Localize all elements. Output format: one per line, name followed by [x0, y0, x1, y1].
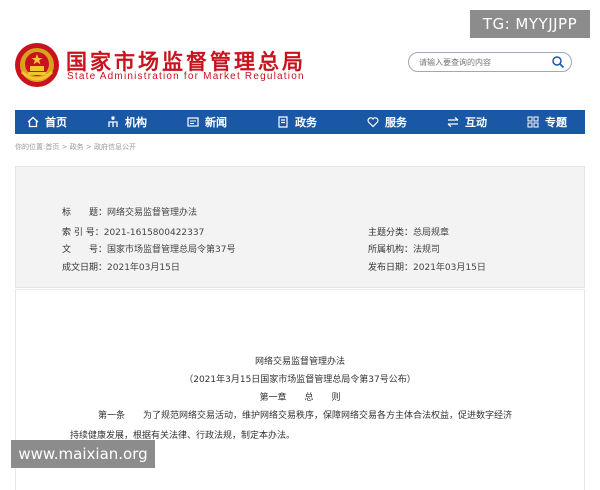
nav-item-label: 机构 — [125, 116, 147, 129]
meta-docno-value: 国家市场监督管理总局令第37号 — [107, 245, 236, 255]
meta-docno-label: 文 号： — [62, 245, 108, 255]
meta-category-row: 主题分类：总局规章 — [368, 225, 449, 238]
nav-item-label: 服务 — [385, 116, 407, 129]
nav-item-interact[interactable]: 互动 — [447, 110, 487, 134]
doc-title: 网络交易监督管理办法 — [254, 357, 345, 367]
meta-category-value: 总局规章 — [413, 228, 450, 238]
search-icon[interactable] — [551, 55, 565, 69]
chapter-heading: 第一章 总 则 — [259, 393, 341, 403]
nav-item-topics[interactable]: 专题 — [527, 110, 567, 134]
meta-publish-label: 发布日期： — [368, 263, 414, 273]
search-box — [408, 52, 572, 72]
meta-category-label: 主题分类： — [368, 228, 414, 238]
meta-publish-row: 发布日期：2021年03月15日 — [368, 260, 486, 273]
meta-org-row: 所属机构：法规司 — [368, 242, 440, 255]
interaction-arrows-icon — [447, 117, 459, 127]
meta-title-value: 网络交易监督管理办法 — [107, 208, 198, 218]
heart-icon — [367, 117, 379, 128]
nav-item-service[interactable]: 服务 — [367, 110, 407, 134]
meta-effective-label: 成文日期： — [62, 263, 108, 273]
nav-item-label: 专题 — [545, 116, 567, 129]
meta-index-row: 索 引 号：2021-1615800422337 — [62, 225, 204, 238]
meta-docno-row: 文 号：国家市场监督管理总局令第37号 — [62, 242, 235, 255]
news-icon — [187, 117, 199, 127]
meta-title-label: 标 题： — [62, 208, 108, 218]
meta-effective-value: 2021年03月15日 — [107, 263, 180, 273]
national-emblem-icon — [15, 43, 59, 87]
nav-item-label: 新闻 — [205, 116, 227, 129]
nav-item-news[interactable]: 新闻 — [187, 110, 227, 134]
breadcrumb: 你的位置:首页 > 政务 > 政府信息公开 — [15, 143, 136, 151]
meta-index-value: 2021-1615800422337 — [103, 228, 205, 238]
meta-org-label: 所属机构： — [368, 245, 414, 255]
nav-item-home[interactable]: 首页 — [27, 110, 67, 134]
nav-item-label: 互动 — [465, 116, 487, 129]
article-paragraph-line: 第一条 为了规范网络交易活动，维护网络交易秩序，保障网络交易各方主体合法权益，促… — [98, 411, 513, 421]
search-input[interactable] — [419, 55, 547, 69]
nav-item-label: 首页 — [45, 116, 67, 129]
tg-watermark: TG: MYYJJPP — [470, 10, 590, 38]
nav-item-org[interactable]: 机构 — [107, 110, 147, 134]
topics-grid-icon — [527, 116, 539, 128]
home-icon — [27, 116, 39, 128]
main-nav: 首页 机构 新闻 政务 服务 互动 专题 — [15, 110, 585, 134]
site-subtitle: State Administration for Market Regulati… — [67, 71, 305, 82]
document-meta-panel: 标 题：网络交易监督管理办法 索 引 号：2021-1615800422337 … — [15, 166, 585, 288]
nav-item-affairs[interactable]: 政务 — [277, 110, 317, 134]
nav-item-label: 政务 — [295, 116, 317, 129]
meta-effective-row: 成文日期：2021年03月15日 — [62, 260, 180, 273]
meta-title-row: 标 题：网络交易监督管理办法 — [62, 205, 197, 218]
meta-publish-value: 2021年03月15日 — [413, 263, 486, 273]
meta-index-label: 索 引 号： — [62, 228, 104, 238]
meta-org-value: 法规司 — [413, 245, 441, 255]
org-chart-icon — [108, 116, 118, 127]
government-affairs-icon — [278, 116, 288, 128]
site-watermark: www.maixian.org — [11, 440, 155, 468]
doc-subtitle: （2021年3月15日国家市场监督管理总局令第37号公布） — [184, 375, 416, 385]
